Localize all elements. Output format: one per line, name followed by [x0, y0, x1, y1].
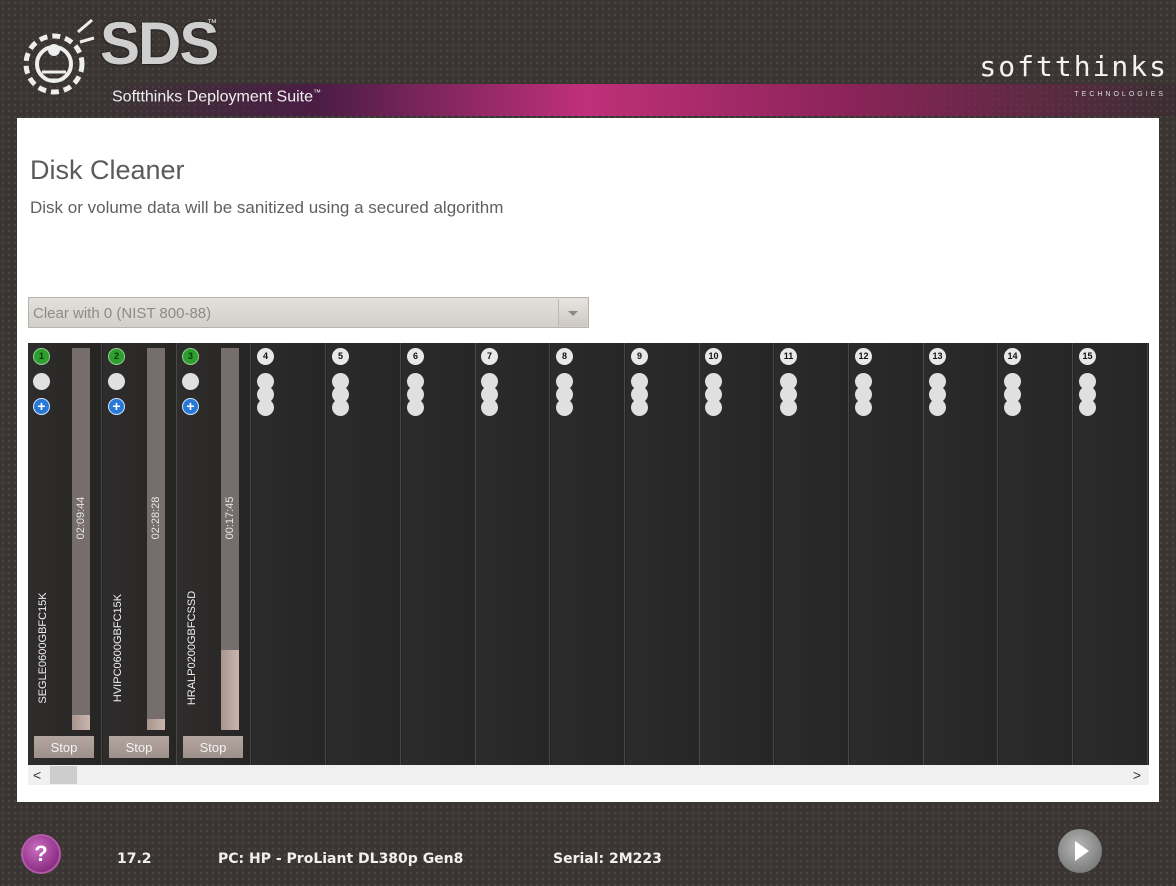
disk-slot-9[interactable]: 9: [626, 343, 700, 765]
slot-number-badge: 7: [481, 348, 498, 365]
chevron-down-icon[interactable]: [558, 299, 587, 326]
slot-number-badge: 5: [332, 348, 349, 365]
status-indicator-icon: [929, 399, 946, 416]
status-indicator-icon: [108, 373, 125, 390]
stop-button[interactable]: Stop: [34, 736, 94, 758]
disk-slot-5[interactable]: 5: [327, 343, 401, 765]
slot-number-badge: 10: [705, 348, 722, 365]
disk-slot-8[interactable]: 8: [551, 343, 625, 765]
disk-slot-3[interactable]: 3 +00:17:45 HRALP0200GBFCSSD Stop: [177, 343, 251, 765]
erase-progress-fill: [221, 649, 239, 730]
page-title: Disk Cleaner: [30, 155, 185, 185]
disk-slot-1[interactable]: 1 +02:09:44 SEGLE0600GBFC15K Stop: [28, 343, 102, 765]
add-details-icon[interactable]: +: [182, 398, 199, 415]
status-indicator-icon: [705, 399, 722, 416]
slot-number-badge: 12: [855, 348, 872, 365]
logo-trademark: ™: [207, 18, 217, 29]
disk-slot-14[interactable]: 14: [999, 343, 1073, 765]
device-name: SEGLE0600GBFC15K: [37, 592, 49, 704]
add-details-icon[interactable]: +: [33, 398, 50, 415]
disk-slot-2[interactable]: 2 +02:28:28 HVIPC0600GBFC15K Stop: [103, 343, 177, 765]
status-indicator-icon: [182, 373, 199, 390]
slot-number-badge: 15: [1079, 348, 1096, 365]
add-details-icon[interactable]: +: [108, 398, 125, 415]
disk-slot-7[interactable]: 7: [476, 343, 550, 765]
disk-slots-container: 1 +02:09:44 SEGLE0600GBFC15K Stop 2 +02:28:28…: [28, 343, 1149, 765]
disk-slot-4[interactable]: 4: [252, 343, 326, 765]
disk-slot-15[interactable]: 15: [1074, 343, 1148, 765]
status-indicator-icon: [257, 399, 274, 416]
app-header: SDS ™ Softthinks Deployment Suite™ softt…: [0, 0, 1176, 118]
pc-model-label: PC: HP - ProLiant DL380p Gen8: [218, 851, 464, 867]
slot-number-badge: 6: [407, 348, 424, 365]
status-indicator-icon: [332, 399, 349, 416]
slot-number-badge: 2: [108, 348, 125, 365]
remaining-time: 02:09:44: [75, 496, 87, 540]
status-indicator-icon: [33, 373, 50, 390]
sds-gear-logo-icon: [23, 18, 95, 95]
status-indicator-icon: [1079, 399, 1096, 416]
slot-number-badge: 11: [780, 348, 797, 365]
sds-logo-text: SDS: [100, 10, 219, 77]
status-indicator-icon: [855, 399, 872, 416]
version-label: 17.2: [117, 851, 152, 867]
remaining-time: 00:17:45: [224, 496, 236, 540]
status-indicator-icon: [631, 399, 648, 416]
disk-slot-11[interactable]: 11: [775, 343, 849, 765]
slot-number-badge: 1: [33, 348, 50, 365]
status-indicator-icon: [407, 399, 424, 416]
scroll-right-arrow-icon[interactable]: >: [1133, 767, 1141, 783]
scroll-left-arrow-icon[interactable]: <: [33, 767, 41, 783]
status-indicator-icon: [481, 399, 498, 416]
suite-name: Softthinks Deployment Suite™: [112, 88, 321, 106]
disk-slot-6[interactable]: 6: [402, 343, 476, 765]
device-name: HRALP0200GBFCSSD: [186, 590, 198, 706]
page-subtitle: Disk or volume data will be sanitized us…: [30, 198, 504, 217]
help-button[interactable]: ?: [21, 834, 61, 874]
disk-slot-10[interactable]: 10: [700, 343, 774, 765]
brand-logo: softthinks: [979, 50, 1168, 83]
brand-subtitle: TECHNOLOGIES: [1074, 91, 1166, 98]
erase-progress-fill: [72, 714, 90, 730]
main-panel: Disk Cleaner Disk or volume data will be…: [17, 118, 1159, 802]
slot-number-badge: 8: [556, 348, 573, 365]
serial-label: Serial: 2M223: [553, 851, 662, 867]
disk-slot-12[interactable]: 12: [850, 343, 924, 765]
remaining-time: 02:28:28: [150, 496, 162, 540]
horizontal-scrollbar[interactable]: < >: [28, 765, 1149, 785]
play-next-button[interactable]: [1058, 829, 1102, 873]
algorithm-selected-value: Clear with 0 (NIST 800-88): [33, 305, 212, 322]
slot-number-badge: 9: [631, 348, 648, 365]
status-indicator-icon: [780, 399, 797, 416]
stop-button[interactable]: Stop: [109, 736, 169, 758]
slot-number-badge: 3: [182, 348, 199, 365]
disk-slot-13[interactable]: 13: [924, 343, 998, 765]
scrollbar-thumb[interactable]: [50, 766, 77, 784]
status-indicator-icon: [1004, 399, 1021, 416]
algorithm-dropdown[interactable]: Clear with 0 (NIST 800-88): [28, 297, 589, 328]
slot-number-badge: 4: [257, 348, 274, 365]
erase-progress-fill: [147, 718, 165, 730]
slot-number-badge: 13: [929, 348, 946, 365]
slot-number-badge: 14: [1004, 348, 1021, 365]
status-indicator-icon: [556, 399, 573, 416]
device-name: HVIPC0600GBFC15K: [112, 593, 124, 703]
stop-button[interactable]: Stop: [183, 736, 243, 758]
